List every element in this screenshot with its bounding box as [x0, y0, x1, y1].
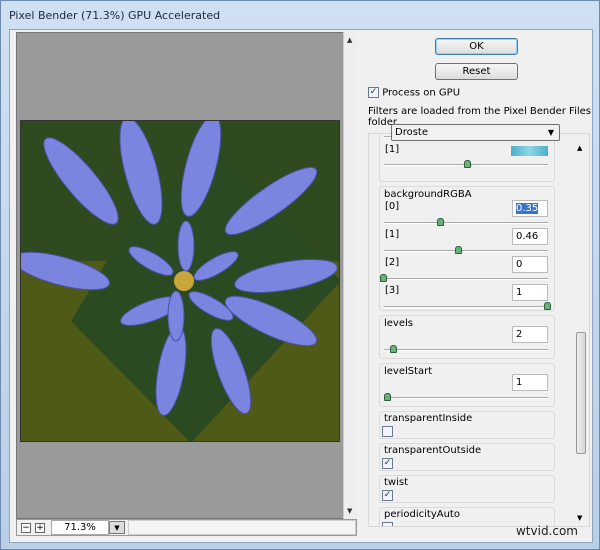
levels-slider[interactable]	[384, 345, 548, 353]
param-index-label: [1]	[385, 144, 400, 155]
param-group-checkbox: transparentInside	[379, 411, 555, 439]
chevron-down-icon: ▼	[547, 128, 554, 137]
pixel-bender-dialog: Pixel Bender (71.3%) GPU Accelerated ▲ ▼…	[0, 0, 600, 550]
param-label: backgroundRGBA	[384, 189, 472, 200]
checkbox-checked-icon[interactable]: ✓	[382, 458, 393, 469]
param-group-checkbox: twist ✓	[379, 475, 555, 503]
param-label: levelStart	[384, 366, 433, 377]
rgba-index-label: [1]	[385, 229, 400, 240]
slider-knob[interactable]	[455, 246, 463, 254]
canvas-toolbar: − + 71.3% ▼	[16, 519, 357, 536]
rgba-value-input[interactable]: 0.35	[512, 200, 548, 217]
zoom-dropdown-arrow-icon[interactable]: ▼	[109, 521, 125, 534]
checkbox-label: transparentOutside	[384, 445, 482, 456]
rgba-slider[interactable]	[384, 246, 548, 254]
rgba-index-label: [3]	[385, 285, 400, 296]
param-group-levels: levels 2	[379, 315, 555, 359]
panel-scrollbar[interactable]: ▲ ▼	[575, 142, 587, 524]
rgba-value: 0.35	[516, 203, 539, 214]
rgba-index-label: [2]	[385, 257, 400, 268]
dialog-body: ▲ ▼ − + 71.3% ▼ OK Reset ✓ Process on GPU…	[9, 29, 593, 543]
parameters-panel: [1] backgroundRGBA [0] 0.35 [1] 0.46 [2]…	[368, 133, 590, 527]
preview-canvas[interactable]	[16, 32, 349, 519]
watermark: wtvid.com	[515, 524, 578, 538]
scrollbar-thumb[interactable]	[576, 332, 586, 454]
process-on-gpu-checkbox[interactable]: ✓ Process on GPU	[368, 87, 460, 99]
levelStart-slider[interactable]	[384, 393, 548, 401]
rgba-value: 0.46	[516, 231, 539, 242]
rgba-slider[interactable]	[384, 218, 548, 226]
param-label: levels	[384, 318, 413, 329]
preview-image	[20, 120, 340, 442]
window-title: Pixel Bender (71.3%) GPU Accelerated	[9, 9, 221, 22]
rgba-index-label: [0]	[385, 201, 400, 212]
color-swatch[interactable]	[511, 146, 548, 156]
checkbox-checked-icon[interactable]: ✓	[368, 87, 379, 98]
slider[interactable]	[384, 160, 548, 168]
zoom-in-button[interactable]: +	[35, 522, 45, 533]
checkbox-label: twist	[384, 477, 409, 488]
levelStart-input[interactable]: 1	[512, 374, 548, 391]
flower-image	[21, 121, 339, 441]
param-group-checkbox: transparentOutside ✓	[379, 443, 555, 471]
filter-select[interactable]: Droste ▼	[391, 124, 560, 141]
process-on-gpu-label: Process on GPU	[382, 87, 461, 99]
rgba-value-input[interactable]: 0.46	[512, 228, 548, 245]
zoom-level-field[interactable]: 71.3%	[51, 520, 109, 535]
canvas-vertical-scrollbar[interactable]: ▲ ▼	[343, 32, 357, 519]
slider-knob[interactable]	[437, 218, 445, 226]
zoom-out-button[interactable]: −	[21, 522, 31, 533]
rgba-slider[interactable]	[380, 274, 548, 282]
param-group-backgroundRGBA: backgroundRGBA [0] 0.35 [1] 0.46 [2] 0 […	[379, 186, 555, 311]
checkbox-unchecked-icon[interactable]	[382, 426, 393, 437]
rgba-value-input[interactable]: 0	[512, 256, 548, 273]
rgba-value-input[interactable]: 1	[512, 284, 548, 301]
rgba-value: 0	[516, 259, 523, 270]
checkbox-unchecked-icon[interactable]	[382, 522, 393, 526]
checkbox-label: periodicityAuto	[384, 509, 460, 520]
canvas-horizontal-scrollbar[interactable]	[128, 520, 356, 535]
rgba-slider[interactable]	[384, 302, 551, 310]
ok-button[interactable]: OK	[435, 38, 518, 55]
slider-knob[interactable]	[544, 302, 551, 310]
slider-knob[interactable]	[384, 393, 391, 401]
levels-input[interactable]: 2	[512, 326, 548, 343]
rgba-value: 1	[516, 287, 523, 298]
slider-knob[interactable]	[389, 345, 397, 353]
slider-knob[interactable]	[464, 160, 472, 168]
param-group-levelStart: levelStart 1	[379, 363, 555, 407]
checkbox-checked-icon[interactable]: ✓	[382, 490, 393, 501]
slider-knob[interactable]	[380, 274, 387, 282]
checkbox-label: transparentInside	[384, 413, 473, 424]
reset-button[interactable]: Reset	[435, 63, 518, 80]
filter-select-value: Droste	[395, 127, 428, 138]
